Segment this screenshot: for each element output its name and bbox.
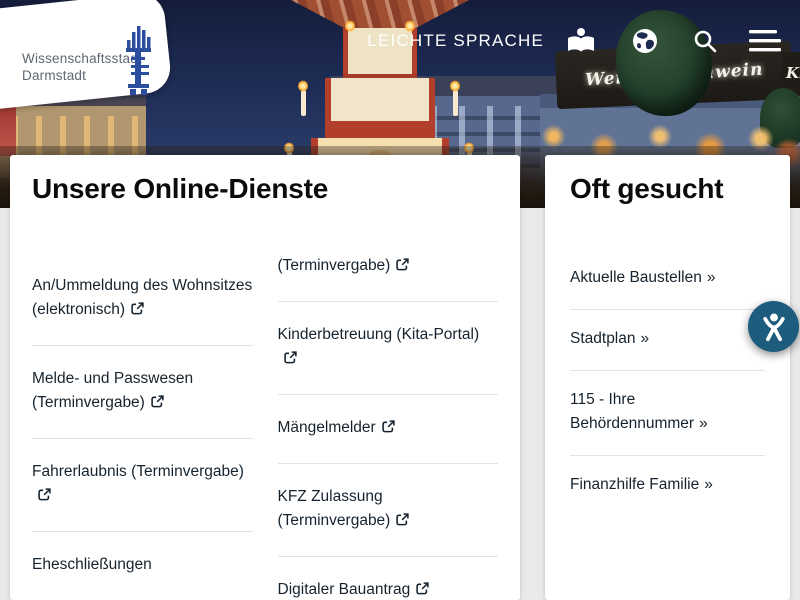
leichte-sprache-link[interactable]: LEICHTE SPRACHE <box>367 31 544 51</box>
external-link-icon <box>416 579 429 600</box>
service-link-meldewesen[interactable]: Melde- und Passwesen (Terminvergabe) <box>32 346 253 439</box>
often-searched-title: Oft gesucht <box>570 171 765 207</box>
often-link-baustellen[interactable]: Aktuelle Baustellen» <box>570 249 765 310</box>
often-link-115[interactable]: 115 - Ihre Behördennummer» <box>570 371 765 456</box>
menu-icon[interactable] <box>742 24 788 58</box>
service-link-anummeldung[interactable]: An/Ummeldung des Wohnsitzes (elektronisc… <box>32 253 253 346</box>
service-link-digitaler-bauantrag[interactable]: Digitaler Bauantrag <box>278 557 499 600</box>
darmstadt-tower-icon <box>122 26 154 101</box>
service-link-kfz-zulassung[interactable]: KFZ Zulassung (Terminvergabe) <box>278 464 499 557</box>
external-link-icon <box>396 255 409 279</box>
external-link-icon <box>131 299 144 323</box>
service-link-terminvergabe[interactable]: (Terminvergabe) <box>278 233 499 302</box>
online-services-card: Unsere Online-Dienste An/Ummeldung des W… <box>10 155 520 600</box>
page: Weißer Glühwein Kl Wissenschaftsstadt Da… <box>0 0 800 600</box>
search-icon[interactable] <box>682 24 728 58</box>
service-link-maengelmelder[interactable]: Mängelmelder <box>278 395 499 464</box>
service-link-kinderbetreuung[interactable]: Kinderbetreuung (Kita-Portal) <box>278 302 499 395</box>
chevron-right-glyph: » <box>699 415 708 432</box>
service-link-eheschliessungen[interactable]: Eheschließungen <box>32 532 253 599</box>
often-link-finanzhilfe[interactable]: Finanzhilfe Familie» <box>570 456 765 516</box>
often-link-stadtplan[interactable]: Stadtplan» <box>570 310 765 371</box>
service-link-fahrerlaubnis[interactable]: Fahrerlaubnis (Terminvergabe) <box>32 439 253 532</box>
top-navigation: LEICHTE SPRACHE <box>367 24 788 58</box>
globe-icon[interactable] <box>622 24 668 58</box>
accessibility-widget-button[interactable] <box>748 301 799 352</box>
chevron-right-glyph: » <box>707 269 716 286</box>
services-column-2: (Terminvergabe) Kinderbetreuung (Kita-Po… <box>278 207 499 600</box>
external-link-icon <box>396 510 409 534</box>
often-searched-card: Oft gesucht Aktuelle Baustellen» Stadtpl… <box>545 155 790 600</box>
often-searched-list: Aktuelle Baustellen» Stadtplan» 115 - Ih… <box>570 207 765 516</box>
external-link-icon <box>284 348 297 372</box>
online-services-title: Unsere Online-Dienste <box>32 171 498 207</box>
chevron-right-glyph: » <box>704 476 713 493</box>
accessibility-person-icon <box>757 310 791 344</box>
external-link-icon <box>382 417 395 441</box>
external-link-icon <box>151 392 164 416</box>
chevron-right-glyph: » <box>641 330 650 347</box>
external-link-icon <box>38 485 51 509</box>
services-column-1: An/Ummeldung des Wohnsitzes (elektronisc… <box>32 207 253 600</box>
easy-language-book-icon[interactable] <box>558 24 604 58</box>
